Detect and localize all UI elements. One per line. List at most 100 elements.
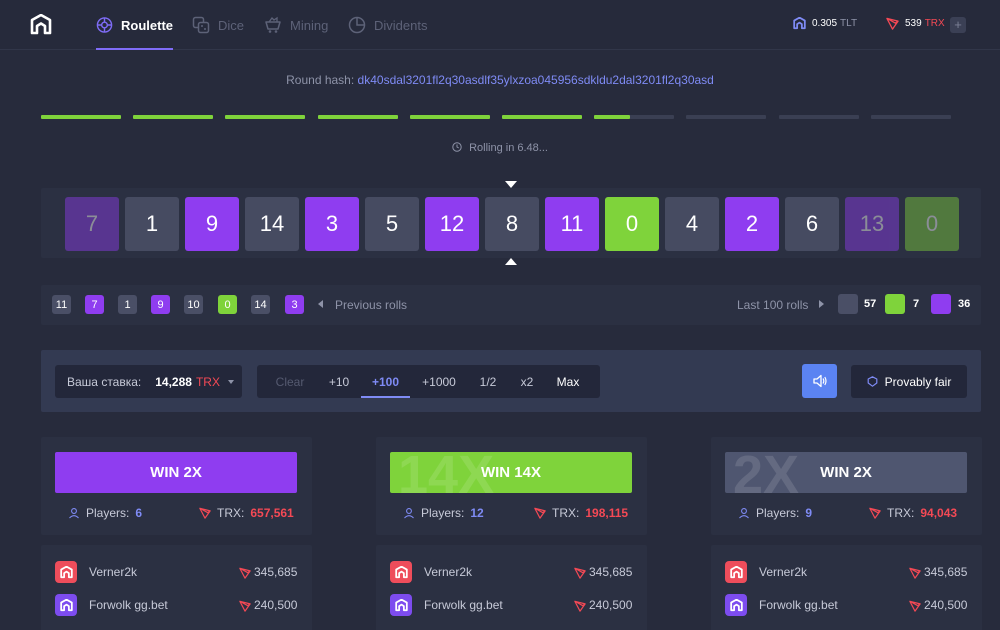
roulette-tile: 13 bbox=[845, 197, 899, 251]
player-bet-amount: 345,685 bbox=[924, 565, 968, 579]
roulette-tile: 5 bbox=[365, 197, 419, 251]
sound-toggle-button[interactable] bbox=[802, 364, 837, 398]
progress-segment bbox=[317, 115, 398, 119]
win-button[interactable]: WIN 2X bbox=[55, 452, 297, 493]
stat-grey-square bbox=[838, 294, 858, 314]
tab-mining[interactable]: Mining bbox=[264, 0, 328, 50]
roulette-tile: 12 bbox=[425, 197, 479, 251]
app-logo-icon[interactable] bbox=[30, 14, 52, 36]
avatar bbox=[390, 594, 412, 616]
balance-tlt[interactable]: 0.305 TLT bbox=[793, 17, 857, 30]
roulette-tile: 0 bbox=[605, 197, 659, 251]
shield-icon bbox=[867, 376, 878, 387]
win-watermark: 2X bbox=[733, 452, 800, 493]
players-value: 9 bbox=[805, 506, 813, 520]
balance-trx[interactable]: 539 TRX bbox=[886, 17, 945, 30]
player-bet: 240,500 bbox=[574, 598, 632, 612]
rolling-text: Rolling in 6.48... bbox=[469, 142, 548, 154]
player-bet-amount: 240,500 bbox=[589, 598, 633, 612]
trx-value: 94,043 bbox=[920, 506, 958, 520]
pointer-bottom-icon bbox=[505, 258, 517, 265]
player-row[interactable]: Forwolk gg.bet bbox=[725, 594, 838, 616]
player-bet-amount: 240,500 bbox=[924, 598, 968, 612]
trx-logo-icon bbox=[574, 600, 586, 612]
user-icon bbox=[738, 507, 750, 519]
trx-logo-icon bbox=[534, 507, 546, 519]
bet-amount-field[interactable]: Ваша ставка: 14,288 TRX bbox=[55, 365, 242, 398]
player-bet: 345,685 bbox=[909, 565, 967, 579]
tab-label: Mining bbox=[290, 17, 329, 33]
players-label: Players: bbox=[756, 506, 800, 520]
bet-label: Ваша ставка: bbox=[67, 374, 142, 389]
history-chip: 3 bbox=[285, 295, 304, 314]
player-bet: 240,500 bbox=[239, 598, 297, 612]
win-button[interactable]: 2X WIN 2X bbox=[725, 452, 967, 493]
players-label: Players: bbox=[86, 506, 130, 520]
round-hash: Round hash: dk40sdal3201fl2q30asdlf35ylx… bbox=[0, 73, 1000, 87]
trx-label: TRX: bbox=[217, 506, 245, 520]
progress-segment bbox=[502, 115, 582, 119]
players-value: 6 bbox=[135, 506, 143, 520]
stat-green-count: 7 bbox=[913, 298, 920, 310]
trx-value: 198,115 bbox=[585, 506, 629, 520]
player-row[interactable]: Verner2k bbox=[55, 561, 137, 583]
progress-segment-partial bbox=[594, 115, 631, 119]
bet-column-players-2 bbox=[711, 545, 982, 630]
chevron-down-icon[interactable] bbox=[227, 379, 234, 384]
roulette-tile: 2 bbox=[725, 197, 779, 251]
trx-logo-icon bbox=[886, 17, 899, 30]
arrow-left-icon[interactable] bbox=[318, 300, 323, 308]
tab-dividents[interactable]: Dividents bbox=[348, 0, 427, 50]
player-bet: 240,500 bbox=[909, 598, 967, 612]
trx-total: TRX: 94,043 bbox=[869, 506, 957, 520]
user-icon bbox=[403, 507, 415, 519]
player-name: Verner2k bbox=[424, 565, 473, 579]
previous-rolls-label: Previous rolls bbox=[335, 298, 408, 312]
player-bet: 345,685 bbox=[239, 565, 297, 579]
trx-label: TRX: bbox=[887, 506, 915, 520]
roulette-tile: 6 bbox=[785, 197, 839, 251]
tab-roulette[interactable]: Roulette bbox=[96, 0, 173, 50]
trx-total: TRX: 198,115 bbox=[534, 506, 628, 520]
quick-plus10-button[interactable]: +10 bbox=[320, 365, 358, 398]
players-count: Players: 12 bbox=[403, 506, 484, 520]
last-100-rolls-label: Last 100 rolls bbox=[737, 298, 809, 312]
quick-clear-button[interactable]: Clear bbox=[270, 365, 310, 398]
arrow-right-icon[interactable] bbox=[819, 300, 824, 308]
pie-chart-icon bbox=[348, 16, 366, 34]
history-chip: 9 bbox=[151, 295, 170, 314]
avatar bbox=[725, 561, 747, 583]
players-count: Players: 9 bbox=[738, 506, 812, 520]
add-funds-button[interactable]: + bbox=[950, 17, 966, 33]
player-name: Verner2k bbox=[89, 565, 138, 579]
quick-max-button[interactable]: Max bbox=[550, 365, 586, 398]
tab-dice[interactable]: Dice bbox=[192, 0, 244, 50]
tab-label: Dice bbox=[218, 17, 245, 33]
trx-logo-icon bbox=[239, 600, 251, 612]
player-row[interactable]: Forwolk gg.bet bbox=[55, 594, 168, 616]
roulette-tile: 11 bbox=[545, 197, 599, 251]
trx-logo-icon bbox=[909, 600, 921, 612]
quick-half-button[interactable]: 1/2 bbox=[472, 365, 504, 398]
quick-double-button[interactable]: x2 bbox=[512, 365, 542, 398]
roulette-tile: 9 bbox=[185, 197, 239, 251]
roulette-icon bbox=[96, 17, 113, 33]
dice-icon bbox=[192, 16, 210, 34]
roulette-tile: 7 bbox=[65, 197, 119, 251]
player-row[interactable]: Forwolk gg.bet bbox=[390, 594, 503, 616]
avatar bbox=[390, 561, 412, 583]
quick-plus100-button[interactable]: +100 bbox=[361, 365, 410, 398]
player-row[interactable]: Verner2k bbox=[725, 561, 807, 583]
balance-currency: TRX bbox=[924, 18, 945, 29]
round-hash-value[interactable]: dk40sdal3201fl2q30asdlf35ylxzoa045956sdk… bbox=[358, 73, 714, 87]
bet-column-players-0 bbox=[41, 545, 312, 630]
win-button[interactable]: 14X WIN 14X bbox=[390, 452, 632, 493]
progress-segment bbox=[778, 115, 859, 119]
provably-fair-button[interactable]: Provably fair bbox=[851, 365, 967, 398]
pointer-top-icon bbox=[505, 181, 517, 188]
bet-amount: 14,288 bbox=[155, 374, 192, 389]
players-value: 12 bbox=[470, 506, 484, 520]
progress-segment bbox=[686, 115, 767, 119]
player-row[interactable]: Verner2k bbox=[390, 561, 472, 583]
quick-plus1000-button[interactable]: +1000 bbox=[414, 365, 464, 398]
